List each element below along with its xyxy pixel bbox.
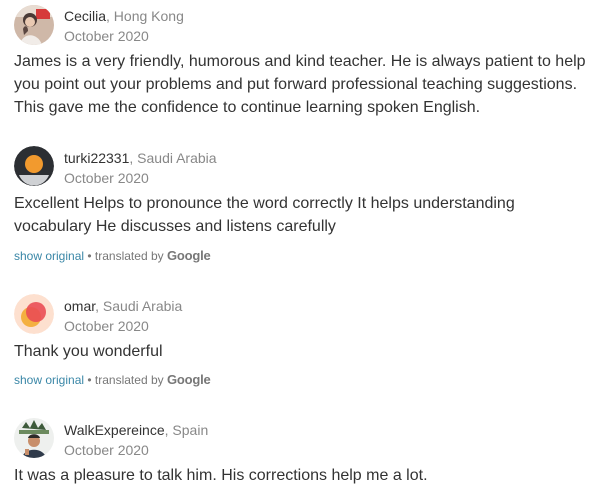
reviewer-name-line: omar, Saudi Arabia <box>64 297 182 315</box>
review-date: October 2020 <box>64 28 149 44</box>
reviewer-name[interactable]: WalkExpereince <box>64 422 165 438</box>
user-avatar[interactable] <box>14 294 54 334</box>
user-avatar[interactable] <box>14 418 54 458</box>
reviewer-country: , Hong Kong <box>106 8 184 24</box>
reviewer-name[interactable]: turki22331 <box>64 150 129 166</box>
reviewer-name-line: Cecilia, Hong Kong <box>64 7 184 25</box>
user-photo-icon <box>14 418 54 458</box>
orange-circle-avatar-icon <box>14 146 54 186</box>
translation-note: show original • translated by Google <box>14 372 211 388</box>
translated-by-label: • translated by <box>84 373 167 387</box>
reviewer-country: , Saudi Arabia <box>95 298 183 314</box>
google-logo: Google <box>166 372 211 387</box>
review-date: October 2020 <box>64 442 149 458</box>
reviewer-name-line: WalkExpereince, Spain <box>64 421 208 439</box>
review-text: James is a very friendly, humorous and k… <box>14 53 586 116</box>
review-text: It was a pleasure to talk him. His corre… <box>14 467 428 484</box>
user-avatar[interactable] <box>14 146 54 186</box>
translated-by-label: • translated by <box>84 249 167 263</box>
review-date: October 2020 <box>64 318 149 334</box>
show-original-link[interactable]: show original <box>14 373 84 387</box>
reviewer-country: , Saudi Arabia <box>129 150 217 166</box>
review-text: Excellent Helps to pronounce the word co… <box>14 195 515 235</box>
user-photo-icon <box>14 5 54 45</box>
reviewer-name[interactable]: Cecilia <box>64 8 106 24</box>
user-avatar[interactable] <box>14 5 54 45</box>
review-text: Thank you wonderful <box>14 343 163 360</box>
translation-note: show original • translated by Google <box>14 248 211 264</box>
review-date: October 2020 <box>64 170 149 186</box>
show-original-link[interactable]: show original <box>14 249 84 263</box>
reviewer-name-line: turki22331, Saudi Arabia <box>64 149 217 167</box>
google-logo: Google <box>166 248 211 263</box>
reviewer-name[interactable]: omar <box>64 298 95 314</box>
pink-circle-avatar-icon <box>14 294 54 334</box>
reviewer-country: , Spain <box>164 422 209 438</box>
